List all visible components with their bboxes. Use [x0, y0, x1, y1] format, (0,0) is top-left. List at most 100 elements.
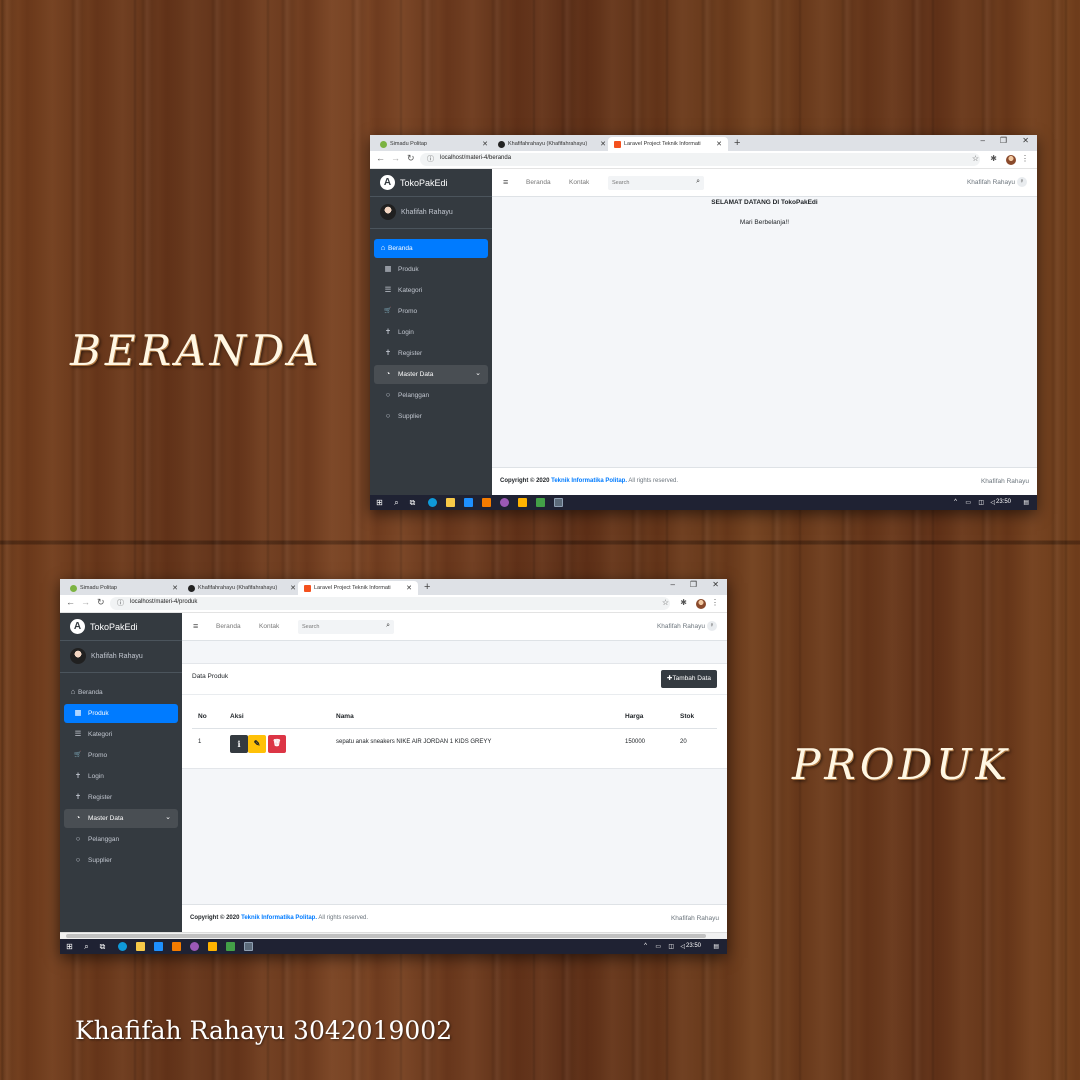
clock[interactable]: 23:50 — [686, 943, 701, 949]
battery-icon[interactable]: ▭ — [965, 499, 971, 506]
footer-link[interactable]: Teknik Informatika Politap. — [551, 478, 627, 484]
site-info-icon[interactable]: ⓘ — [117, 598, 124, 608]
back-icon[interactable]: ← — [66, 597, 75, 607]
sidebar-item-promo[interactable]: 🛒 Promo — [64, 746, 178, 765]
sidebar-item-login[interactable]: ✝ Login — [64, 767, 178, 786]
search-icon[interactable]: ⌕ — [386, 622, 390, 630]
sidebar-item-kategori[interactable]: ☰ Kategori — [64, 725, 178, 744]
tab-laravel-project[interactable]: Laravel Project Teknik Informati ✕ — [608, 137, 728, 151]
new-tab-button[interactable]: + — [424, 581, 430, 593]
sidebar-item-produk[interactable]: ▦ Produk — [374, 260, 488, 279]
edge-icon[interactable] — [118, 942, 127, 951]
search-icon[interactable]: ⌕ — [696, 178, 700, 186]
file-explorer-icon[interactable] — [446, 498, 455, 507]
search-icon[interactable]: ⌕ — [392, 498, 401, 507]
search-icon[interactable]: ⌕ — [82, 942, 91, 951]
sidebar-item-pelanggan[interactable]: ○ Pelanggan — [64, 830, 178, 849]
minimize-icon[interactable]: – — [981, 136, 985, 145]
restore-icon[interactable]: ❐ — [690, 580, 697, 589]
close-tab-icon[interactable]: ✕ — [172, 584, 178, 592]
extensions-icon[interactable]: ✱ — [990, 154, 997, 163]
sidebar-item-beranda[interactable]: ⌂ Beranda — [374, 239, 488, 258]
profile-avatar-icon[interactable] — [1006, 155, 1016, 165]
app-icon[interactable] — [482, 498, 491, 507]
forward-icon[interactable]: → — [81, 597, 90, 607]
edit-button[interactable]: ✎ — [248, 735, 266, 753]
scrollbar-thumb[interactable] — [66, 934, 706, 938]
network-icon[interactable]: ◫ — [668, 943, 674, 950]
browser-menu-icon[interactable]: ⋮ — [1021, 154, 1029, 163]
add-data-button[interactable]: ✚Tambah Data — [660, 670, 717, 688]
volume-icon[interactable]: ◁ — [680, 943, 685, 950]
clock[interactable]: 23:50 — [996, 499, 1011, 505]
windows-start-icon[interactable]: ⊞ — [65, 942, 74, 951]
sidebar-item-login[interactable]: ✝ Login — [374, 323, 488, 342]
footer-link[interactable]: Teknik Informatika Politap. — [241, 915, 317, 921]
close-tab-icon[interactable]: ✕ — [482, 140, 488, 148]
sidebar-item-supplier[interactable]: ○ Supplier — [374, 407, 488, 426]
tray-caret-icon[interactable]: ^ — [954, 499, 957, 505]
horizontal-scrollbar[interactable] — [60, 932, 727, 939]
sidebar-item-kategori[interactable]: ☰ Kategori — [374, 281, 488, 300]
detail-button[interactable]: i — [230, 735, 248, 753]
notification-icon[interactable]: ▤ — [1023, 499, 1029, 506]
profile-avatar-icon[interactable] — [696, 599, 706, 609]
minimize-icon[interactable]: – — [671, 580, 675, 589]
tab-simadu[interactable]: Simadu Politap ✕ — [64, 581, 184, 595]
nav-link-kontak[interactable]: Kontak — [569, 179, 589, 186]
navbar-user-name[interactable]: Khafifah Rahayu — [657, 623, 705, 630]
close-tab-icon[interactable]: ✕ — [600, 140, 606, 148]
hamburger-menu-icon[interactable]: ≡ — [503, 177, 508, 187]
sidebar-item-pelanggan[interactable]: ○ Pelanggan — [374, 386, 488, 405]
volume-icon[interactable]: ◁ — [990, 499, 995, 506]
store-icon[interactable] — [154, 942, 163, 951]
search-input[interactable]: Search ⌕ — [608, 176, 704, 190]
bookmark-star-icon[interactable]: ☆ — [972, 154, 979, 163]
new-tab-button[interactable]: + — [734, 137, 740, 149]
nav-link-kontak[interactable]: Kontak — [259, 623, 279, 630]
app-icon[interactable] — [500, 498, 509, 507]
navbar-user-name[interactable]: Khafifah Rahayu — [967, 179, 1015, 186]
chrome-icon[interactable] — [244, 942, 253, 951]
forward-icon[interactable]: → — [391, 153, 400, 163]
browser-menu-icon[interactable]: ⋮ — [711, 598, 719, 607]
tab-github[interactable]: Khafifahrahayu (Khafifahrahayu) ✕ — [492, 137, 612, 151]
close-tab-icon[interactable]: ✕ — [716, 140, 722, 148]
app-icon[interactable] — [536, 498, 545, 507]
app-icon[interactable] — [226, 942, 235, 951]
task-view-icon[interactable]: ⧉ — [98, 942, 107, 951]
sidebar-item-register[interactable]: ✝ Register — [64, 788, 178, 807]
reload-icon[interactable]: ↻ — [407, 153, 415, 164]
brand-link[interactable]: A TokoPakEdi — [370, 169, 492, 197]
back-icon[interactable]: ← — [376, 153, 385, 163]
app-icon[interactable] — [172, 942, 181, 951]
user-panel[interactable]: Khafifah Rahayu — [60, 641, 182, 673]
user-panel[interactable]: Khafifah Rahayu — [370, 197, 492, 229]
task-view-icon[interactable]: ⧉ — [408, 498, 417, 507]
tray-caret-icon[interactable]: ^ — [644, 943, 647, 949]
sidebar-group-master-data[interactable]: ◔ Master Data ⌄ — [64, 809, 178, 828]
app-icon[interactable] — [190, 942, 199, 951]
sidebar-item-produk[interactable]: ▦ Produk — [64, 704, 178, 723]
brand-link[interactable]: A TokoPakEdi — [60, 613, 182, 641]
user-avatar-icon[interactable]: ♀ — [1017, 177, 1027, 187]
delete-button[interactable]: 🗑 — [268, 735, 286, 753]
notification-icon[interactable]: ▤ — [713, 943, 719, 950]
tab-simadu[interactable]: Simadu Politap ✕ — [374, 137, 494, 151]
site-info-icon[interactable]: ⓘ — [427, 154, 434, 164]
sidebar-group-master-data[interactable]: ◔ Master Data ⌄ — [374, 365, 488, 384]
nav-link-beranda[interactable]: Beranda — [526, 179, 551, 186]
sidebar-item-promo[interactable]: 🛒 Promo — [374, 302, 488, 321]
reload-icon[interactable]: ↻ — [97, 597, 105, 608]
close-window-icon[interactable]: ✕ — [1022, 136, 1029, 145]
user-avatar-icon[interactable]: ♀ — [707, 621, 717, 631]
network-icon[interactable]: ◫ — [978, 499, 984, 506]
windows-start-icon[interactable]: ⊞ — [375, 498, 384, 507]
extensions-icon[interactable]: ✱ — [680, 598, 687, 607]
battery-icon[interactable]: ▭ — [655, 943, 661, 950]
file-explorer-icon[interactable] — [136, 942, 145, 951]
app-icon[interactable] — [518, 498, 527, 507]
restore-icon[interactable]: ❐ — [1000, 136, 1007, 145]
app-icon[interactable] — [208, 942, 217, 951]
sidebar-item-beranda[interactable]: ⌂ Beranda — [64, 683, 178, 702]
